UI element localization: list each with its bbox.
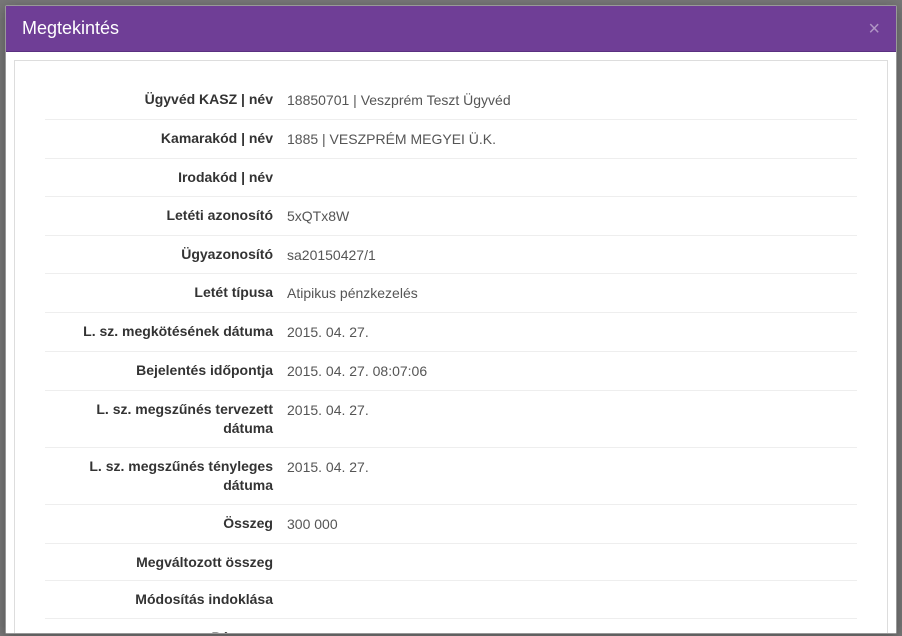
detail-value: sa20150427/1: [283, 245, 857, 265]
detail-label: Pénznem: [45, 628, 283, 633]
detail-value: 2015. 04. 27. 08:07:06: [283, 361, 857, 381]
detail-label: Letét típusa: [45, 283, 283, 302]
detail-panel: Ügyvéd KASZ | név 18850701 | Veszprém Te…: [14, 60, 888, 633]
detail-label: L. sz. megszűnés tervezett dátuma: [45, 400, 283, 438]
modal-header: Megtekintés ×: [6, 6, 896, 51]
row-bejelentes-idopontja: Bejelentés időpontja 2015. 04. 27. 08:07…: [45, 352, 857, 391]
row-letet-tipusa: Letét típusa Atipikus pénzkezelés: [45, 274, 857, 313]
row-lsz-megszunes-tervezett: L. sz. megszűnés tervezett dátuma 2015. …: [45, 391, 857, 448]
row-lsz-megkotes-datuma: L. sz. megkötésének dátuma 2015. 04. 27.: [45, 313, 857, 352]
row-ugyved-kasz-nev: Ügyvéd KASZ | név 18850701 | Veszprém Te…: [45, 81, 857, 120]
detail-value: 1885 | VESZPRÉM MEGYEI Ü.K.: [283, 129, 857, 149]
detail-label: Bejelentés időpontja: [45, 361, 283, 380]
detail-label: Összeg: [45, 514, 283, 533]
detail-value: [283, 168, 857, 169]
detail-label: Ügyazonosító: [45, 245, 283, 264]
row-osszeg: Összeg 300 000: [45, 505, 857, 544]
detail-label: Kamarakód | név: [45, 129, 283, 148]
modal-body-wrap: Ügyvéd KASZ | név 18850701 | Veszprém Te…: [6, 51, 896, 633]
detail-value: 5xQTx8W: [283, 206, 857, 226]
view-modal: Megtekintés × Ügyvéd KASZ | név 18850701…: [5, 5, 897, 634]
detail-value: 300 000: [283, 514, 857, 534]
detail-value: HUF: [283, 628, 857, 633]
detail-label: Módosítás indoklása: [45, 590, 283, 609]
detail-label: L. sz. megkötésének dátuma: [45, 322, 283, 341]
detail-label: Ügyvéd KASZ | név: [45, 90, 283, 109]
modal-title: Megtekintés: [22, 18, 119, 39]
detail-label: Letéti azonosító: [45, 206, 283, 225]
detail-label: L. sz. megszűnés tényleges dátuma: [45, 457, 283, 495]
row-lsz-megszunes-tenyleges: L. sz. megszűnés tényleges dátuma 2015. …: [45, 448, 857, 505]
detail-value: 2015. 04. 27.: [283, 322, 857, 342]
row-penznem: Pénznem HUF: [45, 619, 857, 633]
detail-value: 2015. 04. 27.: [283, 457, 857, 477]
row-modositas-indoklasa: Módosítás indoklása: [45, 581, 857, 619]
modal-body[interactable]: Ügyvéd KASZ | név 18850701 | Veszprém Te…: [6, 52, 896, 633]
detail-value: [283, 590, 857, 591]
close-icon[interactable]: ×: [868, 19, 880, 39]
row-leteti-azonosito: Letéti azonosító 5xQTx8W: [45, 197, 857, 236]
detail-value: Atipikus pénzkezelés: [283, 283, 857, 303]
detail-label: Irodakód | név: [45, 168, 283, 187]
row-ugyazonosito: Ügyazonosító sa20150427/1: [45, 236, 857, 275]
row-megvaltozott-osszeg: Megváltozott összeg: [45, 544, 857, 582]
row-irodakod-nev: Irodakód | név: [45, 159, 857, 197]
detail-value: [283, 553, 857, 554]
detail-label: Megváltozott összeg: [45, 553, 283, 572]
detail-value: 2015. 04. 27.: [283, 400, 857, 420]
row-kamarakod-nev: Kamarakód | név 1885 | VESZPRÉM MEGYEI Ü…: [45, 120, 857, 159]
detail-value: 18850701 | Veszprém Teszt Ügyvéd: [283, 90, 857, 110]
